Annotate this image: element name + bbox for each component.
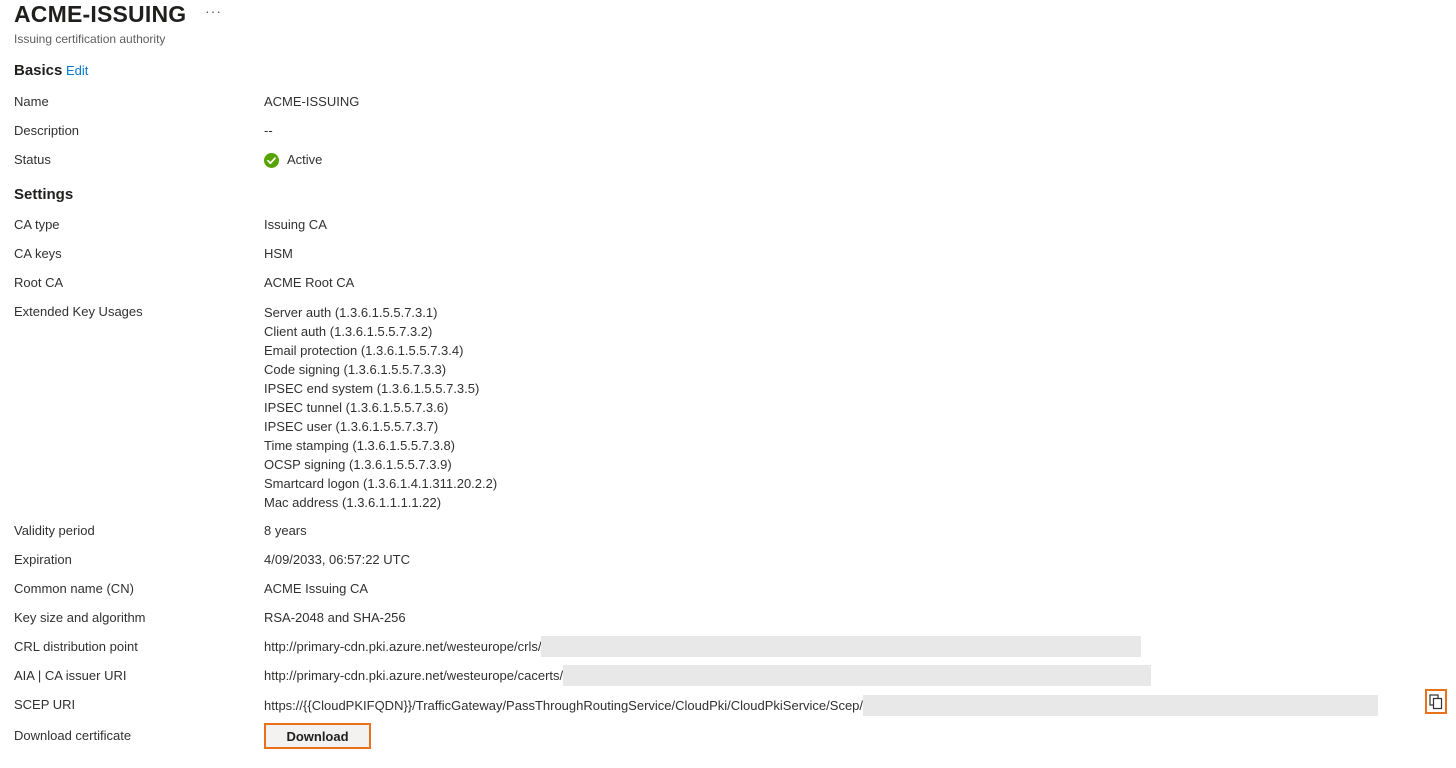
aia-label: AIA | CA issuer URI (14, 668, 127, 683)
check-circle-icon (264, 153, 279, 168)
validity-label: Validity period (14, 523, 95, 538)
key-size-value: RSA-2048 and SHA-256 (264, 610, 406, 625)
description-label: Description (14, 123, 80, 138)
copy-scep-uri-button[interactable] (1425, 689, 1447, 714)
eku-item: Smartcard logon (1.3.6.1.4.1.311.20.2.2) (264, 476, 498, 491)
redacted-block (563, 665, 1152, 686)
crl-value-row: http://primary-cdn.pki.azure.net/westeur… (264, 636, 1142, 657)
aia-value: http://primary-cdn.pki.azure.net/westeur… (264, 668, 564, 683)
eku-item: Mac address (1.3.6.1.1.1.1.22) (264, 495, 442, 510)
scep-label: SCEP URI (14, 697, 76, 712)
edit-basics-link[interactable]: Edit (66, 63, 88, 78)
scep-value: https://{{CloudPKIFQDN}}/TrafficGateway/… (264, 698, 864, 713)
redacted-block (863, 695, 1379, 716)
copy-icon (1429, 693, 1443, 709)
basics-heading: Basics (14, 62, 63, 79)
ca-type-label: CA type (14, 217, 60, 232)
eku-item: Server auth (1.3.6.1.5.5.7.3.1) (264, 305, 438, 320)
common-name-value: ACME Issuing CA (264, 581, 369, 596)
expiration-label: Expiration (14, 552, 72, 567)
page-title: ACME-ISSUING (14, 1, 187, 27)
eku-item: Time stamping (1.3.6.1.5.5.7.3.8) (264, 438, 456, 453)
name-label: Name (14, 94, 49, 109)
common-name-label: Common name (CN) (14, 581, 134, 596)
more-options-icon[interactable]: ··· (205, 3, 222, 19)
eku-list: Server auth (1.3.6.1.5.5.7.3.1) Client a… (264, 303, 497, 512)
validity-value: 8 years (264, 523, 307, 538)
status-value: Active (287, 152, 323, 167)
crl-label: CRL distribution point (14, 639, 138, 654)
description-value: -- (264, 123, 273, 138)
name-value: ACME-ISSUING (264, 94, 360, 109)
download-certificate-label: Download certificate (14, 728, 132, 743)
eku-item: OCSP signing (1.3.6.1.5.5.7.3.9) (264, 457, 452, 472)
expiration-value: 4/09/2033, 06:57:22 UTC (264, 552, 410, 567)
eku-item: Code signing (1.3.6.1.5.5.7.3.3) (264, 362, 447, 377)
key-size-label: Key size and algorithm (14, 610, 146, 625)
eku-item: Email protection (1.3.6.1.5.5.7.3.4) (264, 343, 464, 358)
crl-value: http://primary-cdn.pki.azure.net/westeur… (264, 639, 542, 654)
eku-label: Extended Key Usages (14, 304, 143, 319)
aia-value-row: http://primary-cdn.pki.azure.net/westeur… (264, 665, 1152, 686)
scep-value-row: https://{{CloudPKIFQDN}}/TrafficGateway/… (264, 695, 1379, 716)
eku-item: IPSEC tunnel (1.3.6.1.5.5.7.3.6) (264, 400, 449, 415)
page-subtitle: Issuing certification authority (14, 32, 166, 46)
status-label: Status (14, 152, 51, 167)
eku-item: IPSEC end system (1.3.6.1.5.5.7.3.5) (264, 381, 480, 396)
ca-details-page: ACME-ISSUING ··· Issuing certification a… (0, 0, 1456, 768)
eku-item: Client auth (1.3.6.1.5.5.7.3.2) (264, 324, 433, 339)
eku-item: IPSEC user (1.3.6.1.5.5.7.3.7) (264, 419, 439, 434)
ca-keys-label: CA keys (14, 246, 62, 261)
ca-type-value: Issuing CA (264, 217, 327, 232)
root-ca-value: ACME Root CA (264, 275, 355, 290)
download-button[interactable]: Download (264, 723, 371, 749)
root-ca-label: Root CA (14, 275, 64, 290)
redacted-block (541, 636, 1142, 657)
settings-heading: Settings (14, 186, 74, 203)
ca-keys-value: HSM (264, 246, 293, 261)
